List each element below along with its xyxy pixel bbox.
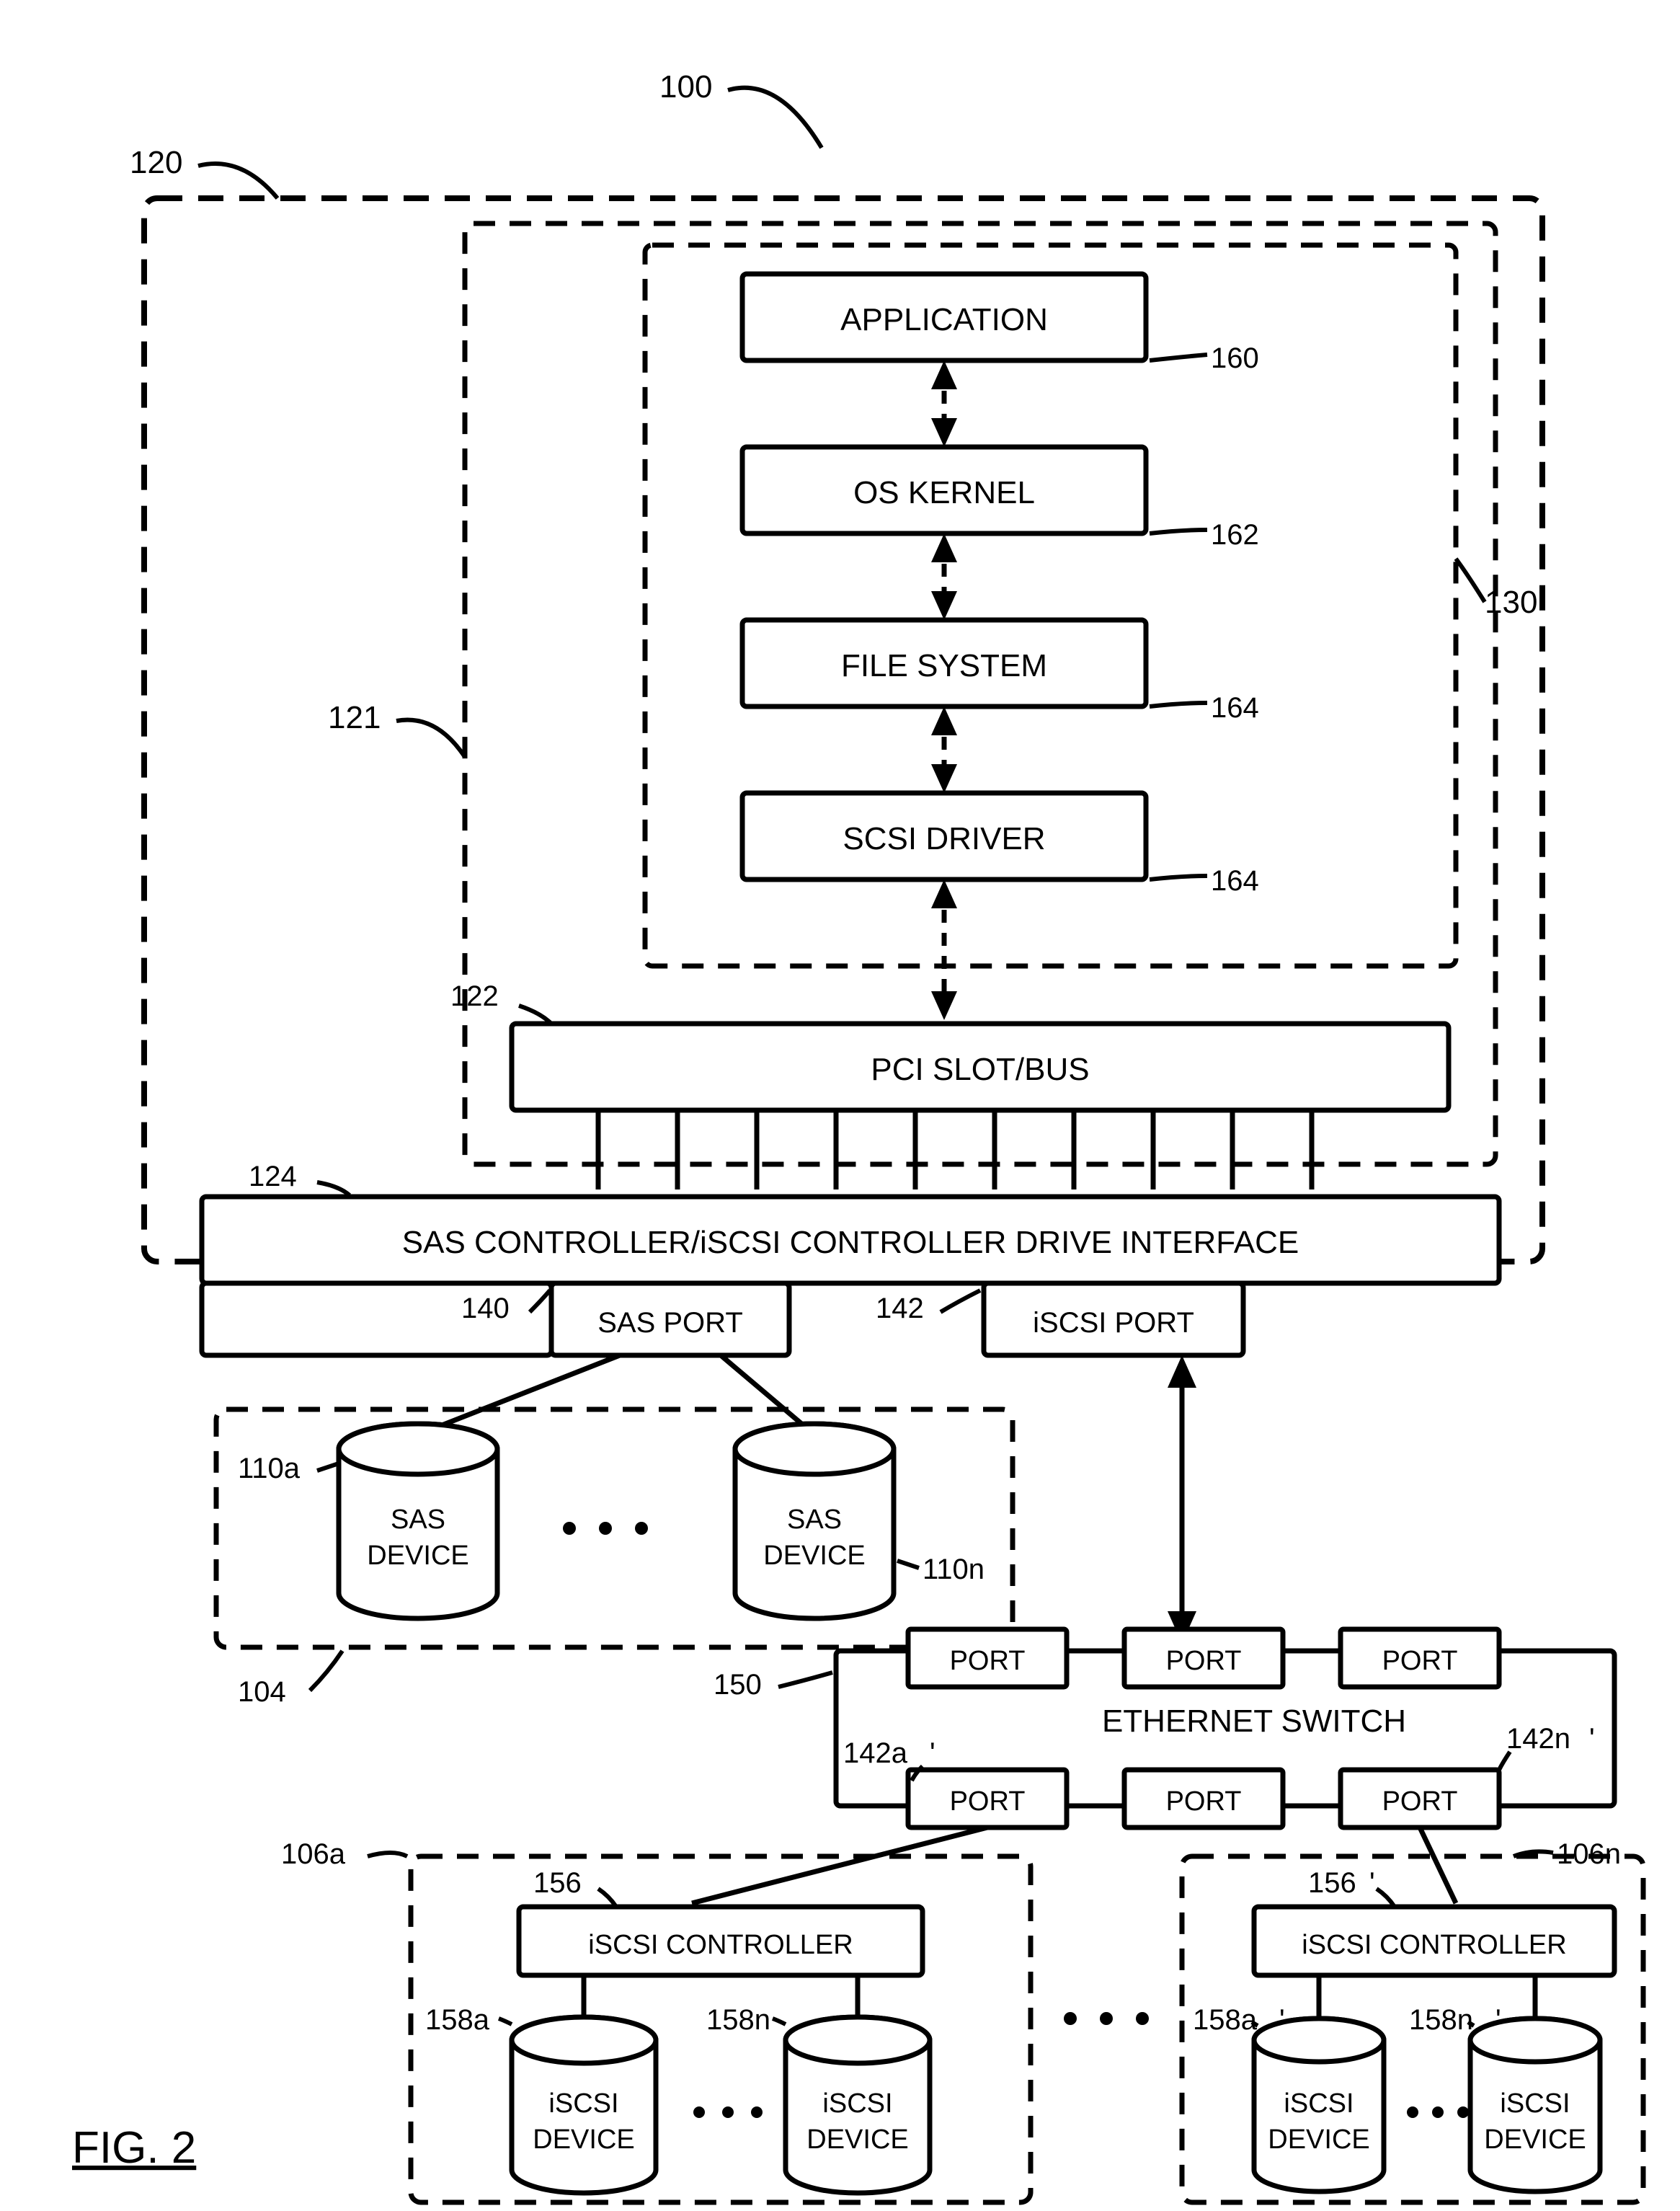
svg-text:DEVICE: DEVICE [763,1541,865,1571]
svg-text:PORT: PORT [1166,1786,1242,1817]
ref-150: 150 [714,1669,762,1701]
svg-text:PORT: PORT [950,1786,1026,1817]
ref-106a: 106a [281,1838,346,1870]
svg-text:PORT: PORT [1382,1786,1458,1817]
leader-110a [317,1463,339,1471]
leader-124 [317,1182,350,1195]
ref-121: 121 [328,700,381,735]
ref-164a: 164 [1211,692,1259,724]
svg-text:iSCSI CONTROLLER: iSCSI CONTROLLER [1302,1930,1566,1960]
conn-port-ctrl-n [1420,1827,1456,1903]
cyl-sas-2: SAS DEVICE [735,1424,894,1618]
ref-100: 100 [659,69,712,105]
ref-140: 140 [461,1293,510,1324]
ref-160: 160 [1211,342,1259,374]
svg-text:DEVICE: DEVICE [533,2124,634,2155]
cyl-sas-1: SAS DEVICE [339,1424,497,1618]
leader-130 [1456,559,1485,602]
label-drvif: SAS CONTROLLER/iSCSI CONTROLLER DRIVE IN… [402,1225,1299,1260]
svg-text:PORT: PORT [950,1646,1026,1676]
ellipsis-groups [1064,2012,1149,2025]
leader-156p [1377,1889,1395,1907]
diagram-canvas: 100 120 121 130 APPLICATION 160 OS KERNE… [0,0,1680,2211]
ref-142a: 142a [843,1737,908,1769]
ref-156: 156 [533,1867,582,1899]
svg-text:': ' [1589,1723,1595,1755]
leader-164a [1150,703,1207,706]
ellipsis-sas [563,1522,648,1535]
cyl-iscsi-a2: iSCSI DEVICE [786,2017,930,2193]
svg-text:DEVICE: DEVICE [1484,2124,1586,2155]
svg-text:PORT: PORT [1382,1646,1458,1676]
leader-142 [941,1290,980,1312]
svg-text:PORT: PORT [1166,1646,1242,1676]
leader-164b [1150,876,1207,879]
cyl-iscsi-n1: iSCSI DEVICE [1254,2019,1384,2192]
ref-124: 124 [249,1161,297,1192]
leader-158a [499,2019,512,2024]
svg-text:SAS: SAS [391,1505,445,1535]
ref-142n: 142n [1506,1723,1570,1755]
leader-160 [1150,355,1207,360]
pci-pins [598,1110,1312,1189]
ref-120: 120 [130,145,182,180]
leader-162 [1150,530,1207,533]
label-oskernel: OS KERNEL [853,475,1035,510]
svg-text:DEVICE: DEVICE [367,1541,468,1571]
svg-text:iSCSI CONTROLLER: iSCSI CONTROLLER [588,1930,853,1960]
label-iscsiport: iSCSI PORT [1033,1307,1194,1339]
leader-150 [778,1672,832,1687]
ref-158ap: 158a [1193,2004,1258,2036]
cyl-iscsi-a1: iSCSI DEVICE [512,2017,656,2193]
ref-130: 130 [1485,585,1537,620]
sw-stack: APPLICATION 160 OS KERNEL 162 FILE SYSTE… [742,274,1259,897]
label-ethswitch: ETHERNET SWITCH [1102,1703,1406,1739]
ref-158np: 158n [1409,2004,1473,2036]
svg-text:DEVICE: DEVICE [1268,2124,1369,2155]
leader-100 [728,88,822,148]
cyl-iscsi-n2: iSCSI DEVICE [1470,2019,1600,2192]
leader-158n [773,2019,786,2024]
ellipsis-iscsi-n [1407,2106,1469,2118]
ref-106n: 106n [1557,1838,1621,1870]
ref-164b: 164 [1211,865,1259,897]
ellipsis-iscsi-a [693,2106,763,2118]
label-scsidriver: SCSI DRIVER [843,821,1045,856]
leader-110n [897,1561,919,1568]
leader-156 [598,1889,616,1907]
ref-156p: 156 [1308,1867,1356,1899]
label-filesystem: FILE SYSTEM [841,648,1047,683]
svg-text:': ' [1279,2004,1285,2036]
arrow-iscsi-switch [1168,1355,1196,1644]
svg-text:': ' [1369,1867,1375,1899]
conn-port-ctrl-a [692,1827,987,1903]
svg-text:iSCSI: iSCSI [822,2088,892,2119]
ref-158a: 158a [425,2004,490,2036]
svg-text:': ' [930,1737,935,1769]
svg-text:iSCSI: iSCSI [1284,2088,1354,2119]
ref-104: 104 [238,1676,286,1708]
leader-122 [519,1006,551,1024]
ref-122: 122 [450,980,499,1012]
figure-label: FIG. 2 [72,2123,196,2173]
svg-text:SAS: SAS [787,1505,842,1535]
svg-text:iSCSI: iSCSI [1500,2088,1570,2119]
leader-120 [198,164,277,198]
ref-162: 162 [1211,519,1259,551]
ref-110a: 110a [238,1453,301,1484]
svg-text:': ' [1495,2004,1501,2036]
leader-106a [368,1853,407,1856]
svg-text:iSCSI: iSCSI [548,2088,618,2119]
label-pcislot: PCI SLOT/BUS [871,1052,1089,1087]
label-application: APPLICATION [840,302,1048,337]
ref-142: 142 [876,1293,924,1324]
label-sasport: SAS PORT [597,1307,743,1339]
leader-104 [310,1651,342,1691]
ref-158n: 158n [706,2004,770,2036]
svg-text:DEVICE: DEVICE [806,2124,908,2155]
conn-sasport-dev1 [418,1355,620,1435]
leader-121 [396,720,465,757]
ref-110n: 110n [923,1554,985,1585]
